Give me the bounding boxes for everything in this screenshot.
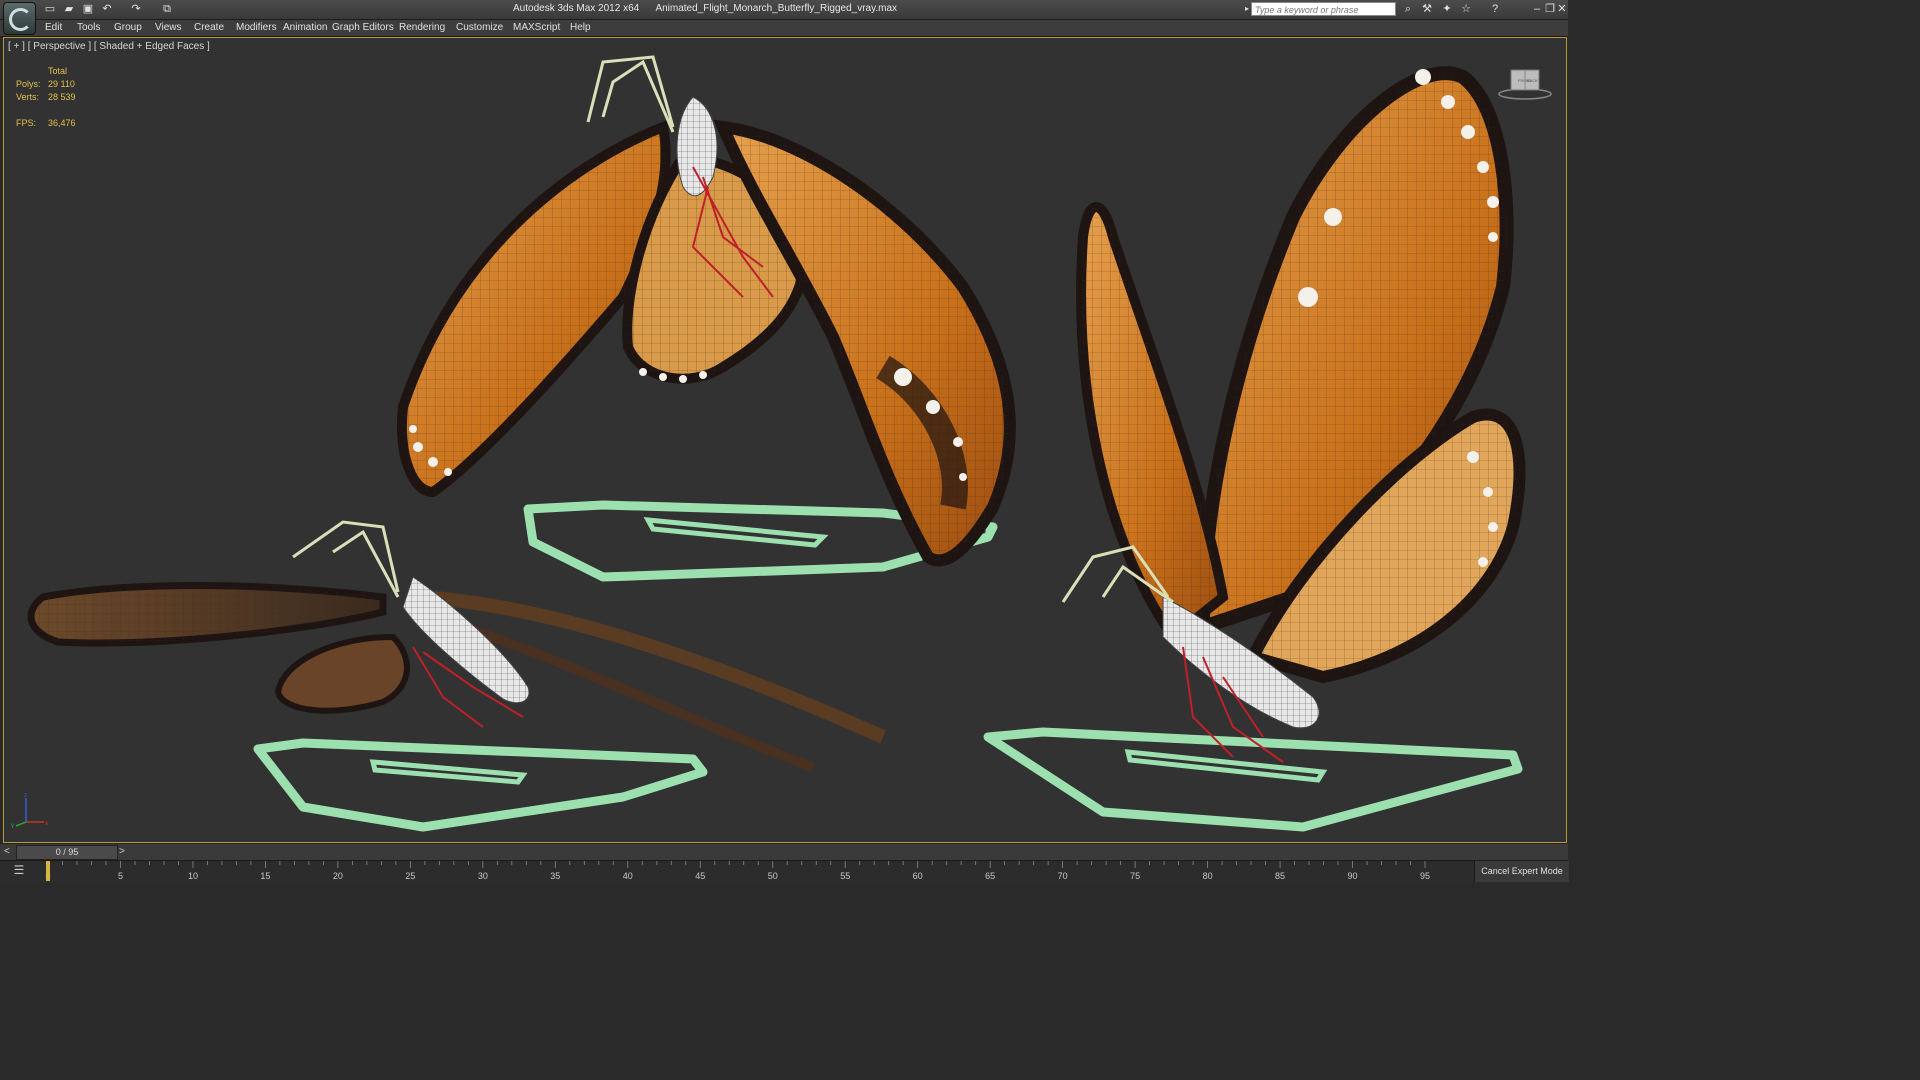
menu-maxscript[interactable]: MAXScript [513, 22, 560, 33]
binoculars-icon[interactable]: ⌕ [1401, 2, 1415, 16]
star-icon[interactable]: ☆ [1459, 2, 1473, 16]
menu-graph-editors[interactable]: Graph Editors [332, 22, 394, 33]
application-button[interactable] [3, 2, 36, 35]
butterfly-model-top[interactable] [397, 55, 1016, 582]
stats-polys-label: Polys: [16, 79, 41, 89]
mini-curve-editor-icon[interactable]: ☰ [8, 862, 30, 878]
satellite-icon[interactable]: ✦ [1440, 2, 1454, 16]
app-name: Autodesk 3ds Max 2012 x64 [513, 3, 640, 14]
minimize-icon[interactable]: – [1530, 2, 1544, 16]
timeline-tick-label: 20 [333, 871, 343, 881]
viewcube[interactable]: FRONT BACK [1497, 66, 1553, 100]
axis-y-label: y [11, 823, 14, 828]
close-icon[interactable]: ✕ [1555, 2, 1569, 16]
viewcube-back-label: BACK [1527, 78, 1538, 83]
title-bar: ▭ ▰ ▣ ↶ ↷ ⧉ Autodesk 3ds Max 2012 x64 An… [0, 0, 1568, 20]
open-icon[interactable]: ▰ [62, 2, 76, 16]
control-helper-left[interactable] [253, 738, 708, 832]
body-top[interactable] [676, 96, 718, 197]
stats-polys-value: 29 110 [48, 79, 75, 89]
timeline-tick-label: 85 [1275, 871, 1285, 881]
viewport-label[interactable]: [ + ] [ Perspective ] [ Shaded + Edged F… [8, 41, 210, 52]
help-icon[interactable]: ? [1488, 2, 1502, 16]
timeline-tick-label: 95 [1420, 871, 1430, 881]
timeline-tick-label: 50 [768, 871, 778, 881]
timeline-tick-label: 80 [1203, 871, 1213, 881]
new-icon[interactable]: ▭ [43, 2, 57, 16]
timeline-ruler[interactable]: 05101520253035404550556065707580859095 [40, 861, 1470, 882]
time-slider[interactable]: 0 / 95 [16, 845, 118, 860]
menu-customize[interactable]: Customize [456, 22, 503, 33]
timeline-tick-label: 15 [260, 871, 270, 881]
timeline-tick-label: 5 [118, 871, 123, 881]
helper-arrow-right [1124, 749, 1328, 783]
timeline-tick-label: 40 [623, 871, 633, 881]
timeline-tick-label: 30 [478, 871, 488, 881]
menu-tools[interactable]: Tools [77, 22, 100, 33]
stats-verts-label: Verts: [16, 92, 40, 102]
menu-modifiers[interactable]: Modifiers [236, 22, 277, 33]
file-name: Animated_Flight_Monarch_Butterfly_Rigged… [655, 3, 898, 14]
stats-fps-label: FPS: [16, 118, 37, 128]
timeline-tick-label: 35 [550, 871, 560, 881]
control-helper-right[interactable] [983, 727, 1523, 832]
antennae-left [292, 520, 400, 598]
butterfly-model-right[interactable] [983, 66, 1526, 832]
search-input[interactable]: Type a keyword or phrase [1251, 2, 1396, 16]
axis-z-label: z [24, 793, 27, 799]
timeline-tick-label: 65 [985, 871, 995, 881]
stats-total-label: Total [48, 66, 68, 76]
save-icon[interactable]: ▣ [81, 2, 95, 16]
current-frame-marker[interactable] [46, 861, 50, 881]
time-slider-next-button[interactable]: > [119, 846, 129, 858]
helper-arrow-top [643, 517, 829, 548]
wrench-icon[interactable]: ⚒ [1420, 2, 1434, 16]
timeline-tick-label: 45 [695, 871, 705, 881]
timeline-tick-label: 10 [188, 871, 198, 881]
undo-icon[interactable]: ↶ [100, 2, 114, 16]
time-slider-prev-button[interactable]: < [4, 846, 14, 858]
timeline-tick-label: 55 [840, 871, 850, 881]
wing-left-hind[interactable] [274, 633, 410, 714]
timeline-tick-label: 25 [405, 871, 415, 881]
3dsmax-logo-icon [9, 8, 32, 31]
redo-icon[interactable]: ↷ [129, 2, 143, 16]
menu-group[interactable]: Group [114, 22, 142, 33]
menu-bar: Edit Tools Group Views Create Modifiers … [0, 20, 1568, 37]
stats-fps-value: 36,476 [48, 118, 76, 128]
menu-views[interactable]: Views [155, 22, 182, 33]
axis-tripod: x y z [11, 793, 48, 828]
timeline-tick-label: 70 [1058, 871, 1068, 881]
menu-rendering[interactable]: Rendering [399, 22, 445, 33]
antennae-top [586, 55, 675, 133]
menu-help[interactable]: Help [570, 22, 591, 33]
viewport-scene [27, 55, 1526, 832]
window-title: Autodesk 3ds Max 2012 x64 Animated_Fligh… [513, 3, 911, 14]
menu-edit[interactable]: Edit [45, 22, 62, 33]
axis-x-label: x [45, 821, 48, 827]
timeline-tick-label: 60 [913, 871, 923, 881]
cancel-expert-mode-button[interactable]: Cancel Expert Mode [1474, 861, 1569, 882]
helper-arrow-left [369, 759, 528, 785]
project-icon[interactable]: ⧉ [160, 2, 174, 16]
timeline-tick-label: 90 [1348, 871, 1358, 881]
menu-create[interactable]: Create [194, 22, 224, 33]
timeline-tick-label: 75 [1130, 871, 1140, 881]
menu-animation[interactable]: Animation [283, 22, 327, 33]
stats-verts-value: 28 539 [48, 92, 76, 102]
